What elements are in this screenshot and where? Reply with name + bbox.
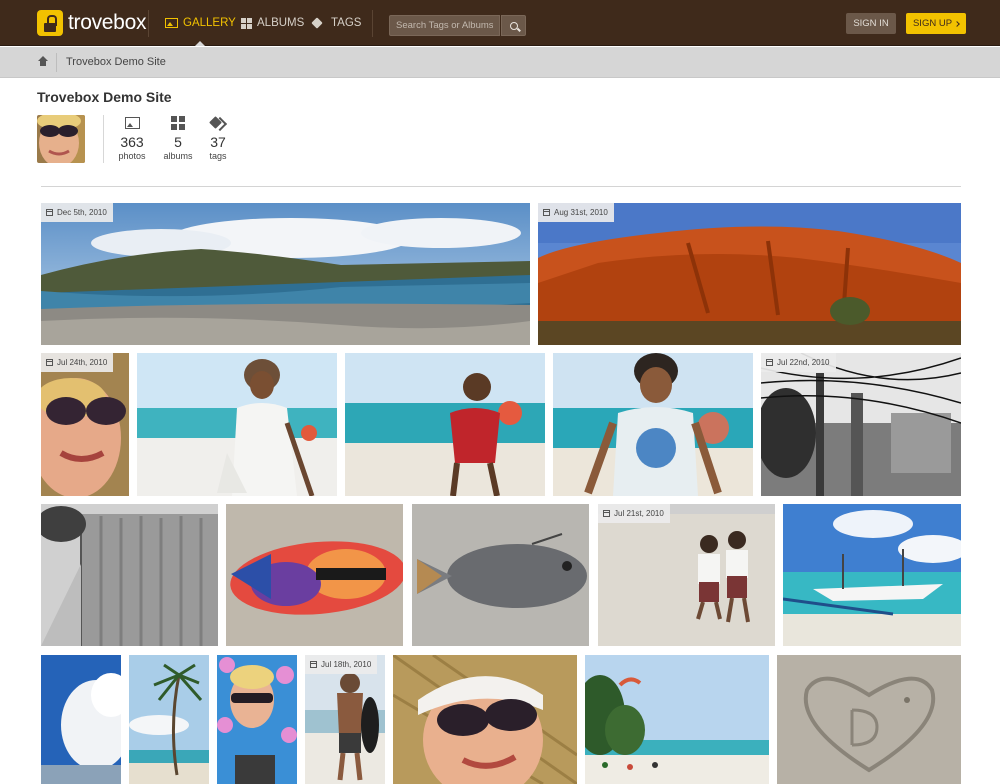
photo-date: Jul 22nd, 2010 [777, 358, 830, 367]
avatar[interactable] [37, 115, 85, 163]
photo-date-badge: Jul 21st, 2010 [598, 504, 670, 523]
nav-tags-label: Tags [331, 17, 362, 29]
tags-icon [210, 116, 226, 130]
stat-tags-label: tags [209, 151, 227, 161]
sign-in-button[interactable]: Sign in [846, 13, 896, 34]
photo-thumbnail[interactable]: Jul 24th, 2010 [41, 353, 129, 496]
breadcrumb-current: Trovebox Demo Site [66, 56, 166, 68]
logo-text: trovebox [68, 11, 147, 34]
photo-thumbnail[interactable] [129, 655, 209, 784]
stat-photos[interactable]: 363 photos [107, 115, 157, 162]
breadcrumb: Trovebox Demo Site [0, 47, 1000, 78]
photo-date: Aug 31st, 2010 [554, 208, 608, 217]
active-caret-icon [195, 41, 206, 46]
calendar-icon [766, 359, 773, 366]
photo-thumbnail[interactable]: Jul 18th, 2010 [305, 655, 385, 784]
photo-thumbnail[interactable] [226, 504, 403, 646]
profile-divider [103, 115, 104, 163]
nav-divider [372, 10, 373, 37]
calendar-icon [46, 209, 53, 216]
photo-thumbnail[interactable] [217, 655, 297, 784]
photo-thumbnail[interactable] [41, 504, 218, 646]
photo-thumbnail[interactable] [412, 504, 589, 646]
lock-logo-icon [37, 10, 63, 36]
stat-photos-label: photos [118, 151, 146, 161]
nav-divider [148, 10, 149, 37]
photo-date-badge: Jul 22nd, 2010 [761, 353, 836, 372]
search-button[interactable] [501, 15, 526, 36]
sign-in-label: Sign in [853, 18, 889, 29]
nav-albums-label: Albums [257, 17, 305, 29]
photo-thumbnail[interactable]: Aug 31st, 2010 [538, 203, 961, 345]
page-title: Trovebox Demo Site [37, 89, 172, 105]
photo-thumbnail[interactable]: Jul 21st, 2010 [598, 504, 775, 646]
nav-gallery-label: Gallery [183, 17, 236, 29]
calendar-icon [543, 209, 550, 216]
photo-date-badge: Jul 18th, 2010 [305, 655, 378, 674]
logo[interactable]: trovebox [37, 10, 146, 36]
photo-date: Dec 5th, 2010 [57, 208, 107, 217]
search-icon [509, 21, 518, 30]
chevron-right-icon [954, 20, 960, 27]
photo-thumbnail[interactable] [553, 353, 753, 496]
top-navbar: trovebox Gallery Albums Tags Sign in Sig… [0, 0, 1000, 46]
stat-tags-count: 37 [210, 134, 226, 150]
photo-date: Jul 18th, 2010 [321, 660, 372, 669]
photo-thumbnail[interactable] [783, 504, 961, 646]
nav-albums[interactable]: Albums [241, 0, 304, 46]
photo-thumbnail[interactable] [345, 353, 545, 496]
nav-gallery[interactable]: Gallery [165, 0, 236, 46]
stat-photos-count: 363 [120, 134, 144, 150]
photo-date-badge: Aug 31st, 2010 [538, 203, 614, 222]
breadcrumb-divider [56, 53, 57, 72]
home-icon[interactable] [38, 56, 48, 67]
photo-date: Jul 21st, 2010 [614, 509, 664, 518]
calendar-icon [310, 661, 317, 668]
photo-date-badge: Jul 24th, 2010 [41, 353, 114, 372]
calendar-icon [603, 510, 610, 517]
grid-icon [241, 17, 252, 29]
search-input[interactable] [389, 15, 500, 36]
sign-up-button[interactable]: Sign up [906, 13, 966, 34]
photo-thumbnail[interactable]: Jul 22nd, 2010 [761, 353, 961, 496]
picture-icon [124, 117, 140, 129]
photo-thumbnail[interactable] [585, 655, 769, 784]
photo-date: Jul 24th, 2010 [57, 358, 108, 367]
photo-thumbnail[interactable] [41, 655, 121, 784]
calendar-icon [46, 359, 53, 366]
stat-tags[interactable]: 37 tags [193, 115, 243, 162]
photo-thumbnail[interactable] [777, 655, 961, 784]
photo-thumbnail[interactable] [393, 655, 577, 784]
picture-icon [165, 18, 178, 28]
tag-icon [313, 18, 326, 28]
photo-date-badge: Dec 5th, 2010 [41, 203, 113, 222]
photo-thumbnail[interactable] [137, 353, 337, 496]
section-divider [41, 186, 961, 187]
grid-icon [171, 116, 185, 130]
nav-tags[interactable]: Tags [313, 0, 361, 46]
photo-thumbnail[interactable]: Dec 5th, 2010 [41, 203, 530, 345]
sign-up-label: Sign up [912, 18, 953, 29]
